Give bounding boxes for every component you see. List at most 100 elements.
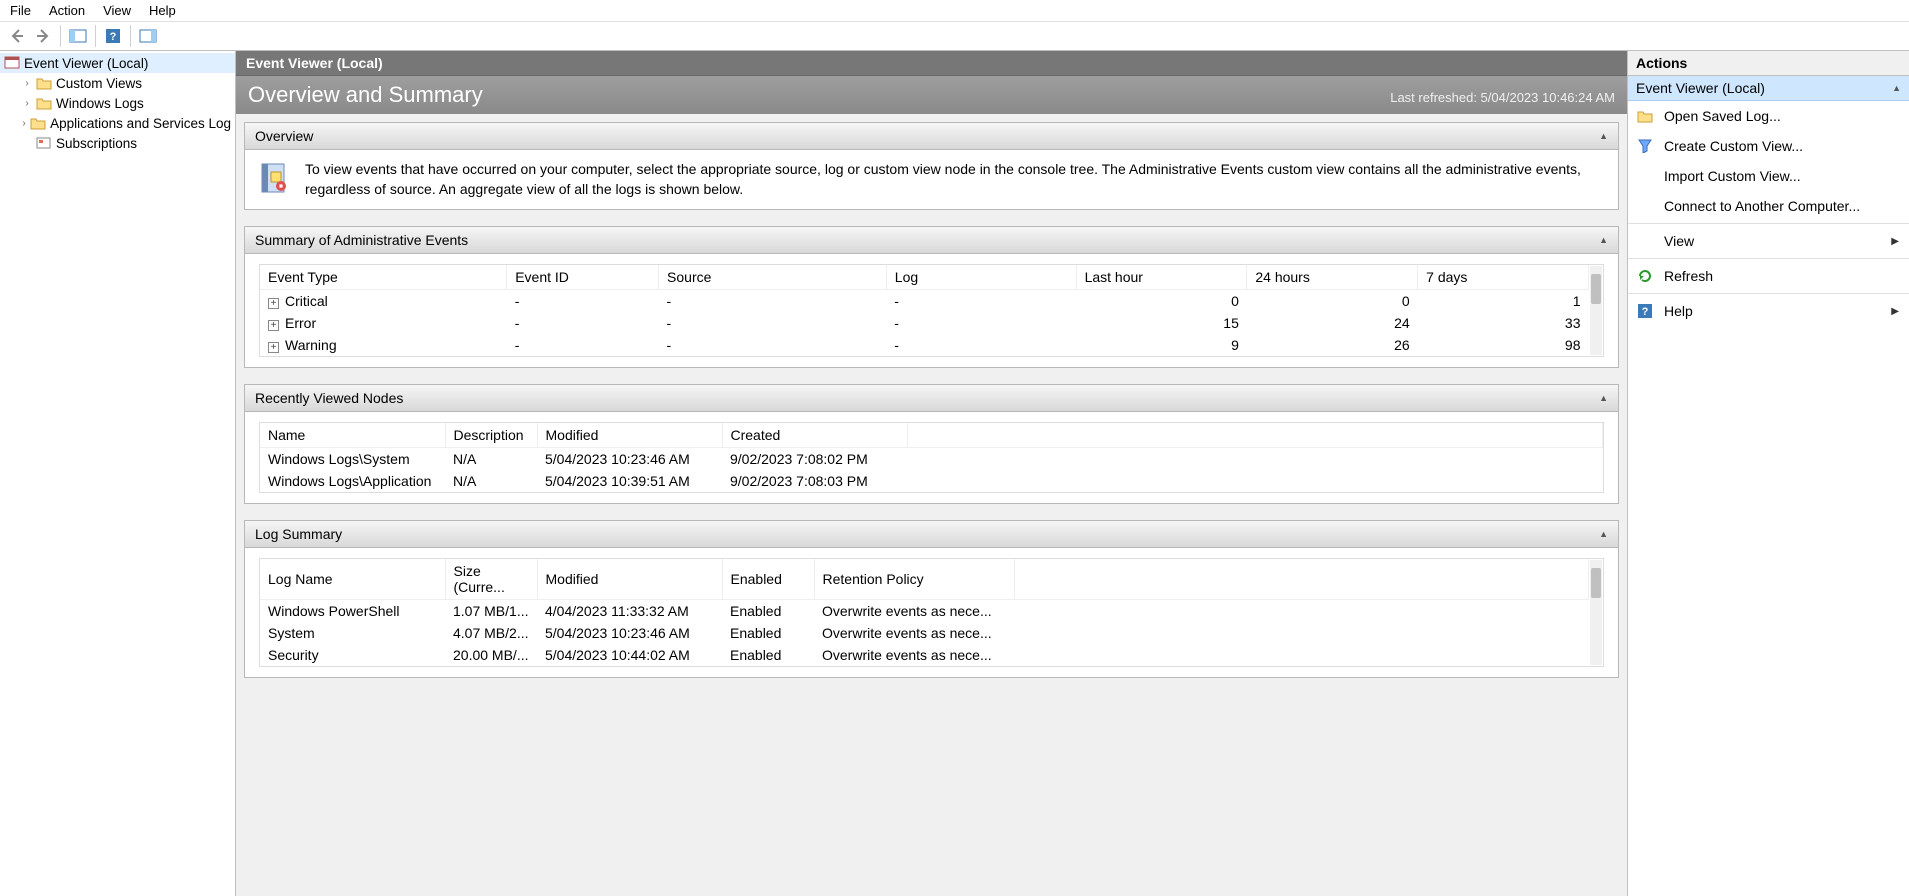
table-header-row: Event Type Event ID Source Log Last hour… xyxy=(260,265,1589,290)
center-pane: Event Viewer (Local) Overview and Summar… xyxy=(236,51,1627,896)
menu-action[interactable]: Action xyxy=(49,3,85,18)
action-label: Refresh xyxy=(1664,268,1713,284)
actions-pane: Actions Event Viewer (Local) ▲ Open Save… xyxy=(1627,51,1909,896)
summary-table: Event Type Event ID Source Log Last hour… xyxy=(260,265,1589,356)
collapse-icon: ▲ xyxy=(1892,83,1901,93)
back-button[interactable] xyxy=(4,23,30,49)
svg-text:?: ? xyxy=(110,31,117,43)
menu-file[interactable]: File xyxy=(10,3,31,18)
table-row[interactable]: Windows Logs\ApplicationN/A5/04/2023 10:… xyxy=(260,470,1603,492)
folder-icon xyxy=(30,115,46,131)
toolbar: ? xyxy=(0,21,1909,51)
action-label: View xyxy=(1664,233,1694,249)
chevron-right-icon: ▶ xyxy=(1891,236,1899,247)
logsum-section: Log Summary ▲ Log Name Size (Curre... Mo… xyxy=(244,520,1619,678)
overview-text: To view events that have occurred on you… xyxy=(305,160,1604,199)
menu-view[interactable]: View xyxy=(103,3,131,18)
panel-actions-icon xyxy=(139,28,157,44)
tree-root-node[interactable]: Event Viewer (Local) xyxy=(0,53,235,73)
table-row[interactable]: +Critical---001 xyxy=(260,290,1589,313)
panel-tree-icon xyxy=(69,28,87,44)
table-row[interactable]: +Error---152433 xyxy=(260,312,1589,334)
action-label: Import Custom View... xyxy=(1664,168,1801,184)
collapse-icon: ▲ xyxy=(1599,235,1608,245)
collapse-icon: ▲ xyxy=(1599,529,1608,539)
overview-title: Overview and Summary xyxy=(248,82,483,108)
actions-group-head[interactable]: Event Viewer (Local) ▲ xyxy=(1628,76,1909,101)
tree-root-label: Event Viewer (Local) xyxy=(24,56,148,71)
center-header: Event Viewer (Local) xyxy=(236,51,1627,76)
help-icon: ? xyxy=(1636,302,1654,320)
event-viewer-icon xyxy=(4,55,20,71)
expand-row-icon[interactable]: + xyxy=(268,298,279,309)
recent-section: Recently Viewed Nodes ▲ Name Description… xyxy=(244,384,1619,504)
summary-section-head[interactable]: Summary of Administrative Events ▲ xyxy=(245,227,1618,254)
overview-section-head[interactable]: Overview ▲ xyxy=(245,123,1618,150)
tree-item-custom-views[interactable]: › Custom Views xyxy=(18,73,235,93)
action-label: Help xyxy=(1664,303,1693,319)
summary-section: Summary of Administrative Events ▲ Event… xyxy=(244,226,1619,368)
refresh-icon xyxy=(1636,267,1654,285)
overview-section: Overview ▲ To view events that have occu… xyxy=(244,122,1619,210)
action-refresh[interactable]: Refresh xyxy=(1628,261,1909,291)
table-row[interactable]: +Warning---92698 xyxy=(260,334,1589,356)
show-hide-actions-button[interactable] xyxy=(135,23,161,49)
expand-icon[interactable]: › xyxy=(22,98,32,109)
tree-item-windows-logs[interactable]: › Windows Logs xyxy=(18,93,235,113)
overview-bar: Overview and Summary Last refreshed: 5/0… xyxy=(236,76,1627,114)
folder-icon xyxy=(36,75,52,91)
subscriptions-icon xyxy=(36,135,52,151)
log-book-icon xyxy=(259,162,293,199)
funnel-icon xyxy=(1636,137,1654,155)
folder-icon xyxy=(1636,107,1654,125)
table-row[interactable]: Security20.00 MB/...5/04/2023 10:44:02 A… xyxy=(260,644,1589,666)
forward-button[interactable] xyxy=(30,23,56,49)
tree-pane: Event Viewer (Local) › Custom Views › Wi… xyxy=(0,51,236,896)
blank-icon xyxy=(1636,232,1654,250)
logsum-section-head[interactable]: Log Summary ▲ xyxy=(245,521,1618,548)
action-view[interactable]: View ▶ xyxy=(1628,226,1909,256)
folder-icon xyxy=(36,95,52,111)
tree-item-subscriptions[interactable]: Subscriptions xyxy=(18,133,235,153)
help-button[interactable]: ? xyxy=(100,23,126,49)
help-icon: ? xyxy=(105,28,121,44)
table-row[interactable]: Windows Logs\SystemN/A5/04/2023 10:23:46… xyxy=(260,448,1603,471)
divider xyxy=(1628,223,1909,224)
collapse-icon: ▲ xyxy=(1599,131,1608,141)
table-row[interactable]: Windows PowerShell1.07 MB/1...4/04/2023 … xyxy=(260,600,1589,623)
action-open-saved-log[interactable]: Open Saved Log... xyxy=(1628,101,1909,131)
action-label: Connect to Another Computer... xyxy=(1664,198,1860,214)
recent-section-head[interactable]: Recently Viewed Nodes ▲ xyxy=(245,385,1618,412)
table-header-row: Log Name Size (Curre... Modified Enabled… xyxy=(260,559,1589,600)
action-label: Create Custom View... xyxy=(1664,138,1803,154)
divider xyxy=(1628,293,1909,294)
scrollbar[interactable] xyxy=(1590,560,1602,665)
scrollbar[interactable] xyxy=(1590,266,1602,355)
blank-icon xyxy=(1636,167,1654,185)
actions-title: Actions xyxy=(1628,51,1909,76)
arrow-left-icon xyxy=(9,28,25,44)
recent-table: Name Description Modified Created Window… xyxy=(260,423,1603,492)
blank-icon xyxy=(1636,197,1654,215)
chevron-right-icon: ▶ xyxy=(1891,306,1899,317)
last-refreshed: Last refreshed: 5/04/2023 10:46:24 AM xyxy=(1390,90,1615,105)
expand-icon[interactable]: › xyxy=(22,78,32,89)
expand-row-icon[interactable]: + xyxy=(268,342,279,353)
expand-row-icon[interactable]: + xyxy=(268,320,279,331)
expand-icon[interactable]: › xyxy=(22,118,26,129)
action-import-custom-view[interactable]: Import Custom View... xyxy=(1628,161,1909,191)
action-create-custom-view[interactable]: Create Custom View... xyxy=(1628,131,1909,161)
svg-text:?: ? xyxy=(1642,306,1649,318)
tree-item-app-services-logs[interactable]: › Applications and Services Log xyxy=(18,113,235,133)
logsum-table: Log Name Size (Curre... Modified Enabled… xyxy=(260,559,1589,666)
action-connect-to-another-computer[interactable]: Connect to Another Computer... xyxy=(1628,191,1909,221)
show-hide-tree-button[interactable] xyxy=(65,23,91,49)
table-row[interactable]: System4.07 MB/2...5/04/2023 10:23:46 AME… xyxy=(260,622,1589,644)
arrow-right-icon xyxy=(35,28,51,44)
action-help[interactable]: ? Help ▶ xyxy=(1628,296,1909,326)
action-label: Open Saved Log... xyxy=(1664,108,1781,124)
table-header-row: Name Description Modified Created xyxy=(260,423,1603,448)
menubar: File Action View Help xyxy=(0,0,1909,21)
divider xyxy=(1628,258,1909,259)
menu-help[interactable]: Help xyxy=(149,3,176,18)
